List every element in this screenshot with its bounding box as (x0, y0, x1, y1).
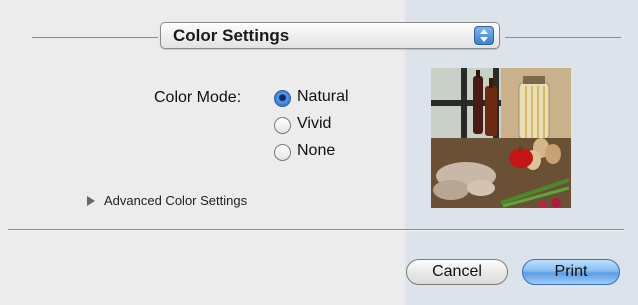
radio-natural[interactable]: Natural (274, 88, 394, 110)
bottom-separator-highlight (8, 230, 624, 231)
radio-unselected-icon (274, 117, 291, 134)
radio-unselected-icon (274, 144, 291, 161)
radio-label: Natural (297, 88, 349, 105)
color-mode-label: Color Mode: (154, 89, 242, 106)
updown-arrows-icon (474, 26, 494, 45)
radio-vivid[interactable]: Vivid (274, 115, 394, 137)
radio-label: Vivid (297, 115, 332, 132)
separator-right (505, 37, 621, 38)
advanced-color-settings-toggle[interactable]: Advanced Color Settings (87, 192, 247, 208)
radio-label: None (297, 142, 336, 159)
separator-left (32, 37, 158, 38)
radio-none[interactable]: None (274, 142, 394, 164)
color-preview-photo (431, 68, 571, 208)
disclosure-triangle-icon (87, 195, 95, 206)
popup-selected-label: Color Settings (173, 26, 290, 45)
advanced-label: Advanced Color Settings (104, 193, 248, 209)
settings-popup-menu[interactable]: Color Settings (160, 22, 500, 49)
print-button[interactable]: Print (522, 259, 620, 285)
print-dialog-panel: Color Settings Color Mode: Natural Vivid… (0, 0, 638, 305)
radio-selected-icon (274, 90, 291, 107)
cancel-button[interactable]: Cancel (406, 259, 508, 285)
